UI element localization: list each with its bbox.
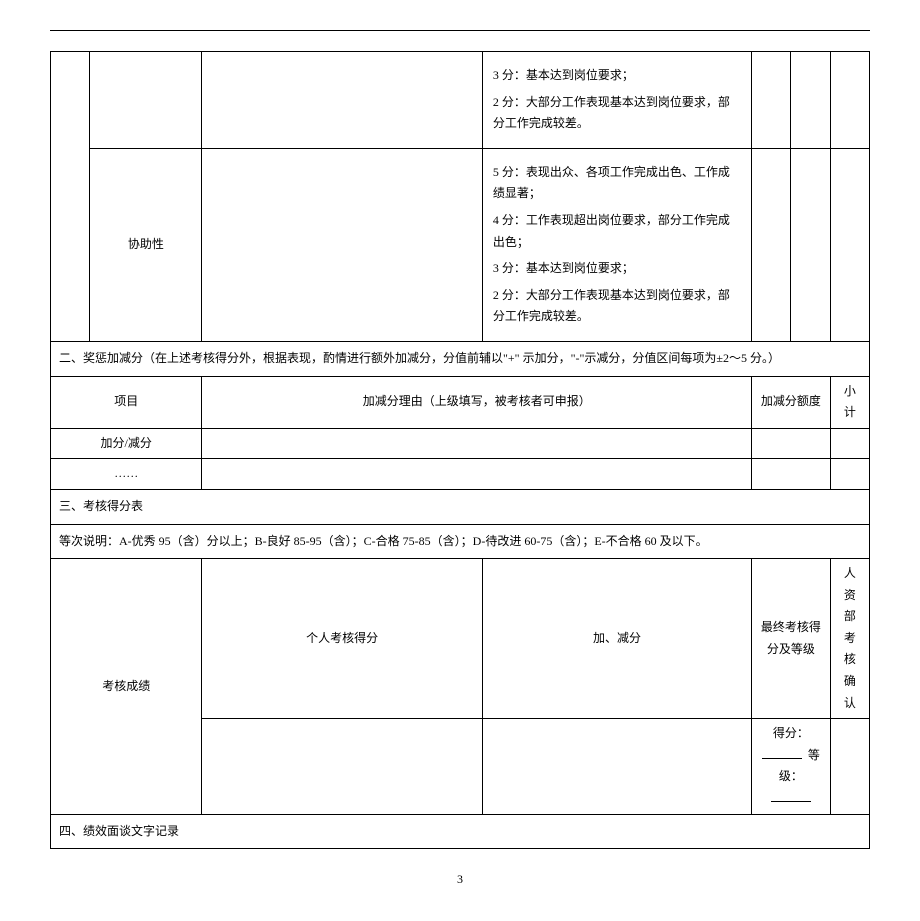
col-empty-4b — [830, 148, 869, 341]
page-number: 3 — [50, 869, 870, 891]
section2-title-row: 二、奖惩加减分（在上述考核得分外，根据表现，酌情进行额外加减分，分值前辅以"+"… — [51, 341, 870, 376]
section3-col-final: 最终考核得分及等级 — [752, 559, 831, 719]
section3-note: 等次说明：A-优秀 95（含）分以上；B-良好 85-95（含）；C-合格 75… — [51, 524, 870, 559]
criteria-2pt: 2 分：大部分工作表现基本达到岗位要求，部分工作完成较差。 — [493, 285, 741, 328]
section3-hr-value — [830, 719, 869, 814]
score-blank — [762, 747, 802, 759]
section2-row1-amount — [752, 428, 831, 459]
section3-col-personal: 个人考核得分 — [202, 559, 482, 719]
section4-title-row: 四、绩效面谈文字记录 — [51, 814, 870, 849]
col-empty-1 — [51, 52, 90, 342]
section2-col-amount: 加减分额度 — [752, 376, 831, 428]
section2-row-addsubtract: 加分/减分 — [51, 428, 870, 459]
section3-title: 三、考核得分表 — [51, 489, 870, 524]
criteria-4pt: 4 分：工作表现超出岗位要求，部分工作完成出色； — [493, 210, 741, 253]
criteria-desc-assist — [202, 148, 482, 341]
criteria-row-assist: 协助性 5 分：表现出众、各项工作完成出色、工作成绩显著； 4 分：工作表现超出… — [51, 148, 870, 341]
col-empty-3b — [791, 148, 830, 341]
section2-col-project: 项目 — [51, 376, 202, 428]
criteria-label-empty — [90, 52, 202, 149]
section2-header-row: 项目 加减分理由（上级填写，被考核者可申报） 加减分额度 小计 — [51, 376, 870, 428]
section2-row1-reason — [202, 428, 752, 459]
criteria-row-partial: 3 分：基本达到岗位要求； 2 分：大部分工作表现基本达到岗位要求，部分工作完成… — [51, 52, 870, 149]
section3-col-hr: 人资部考核确认 — [830, 559, 869, 719]
main-table: 3 分：基本达到岗位要求； 2 分：大部分工作表现基本达到岗位要求，部分工作完成… — [50, 51, 870, 849]
col-empty-3 — [791, 52, 830, 149]
section3-final-value: 得分： 等级： — [752, 719, 831, 814]
section2-col-subtotal: 小计 — [830, 376, 869, 428]
section3-col-addsub: 加、减分 — [482, 559, 751, 719]
col-empty-2b — [752, 148, 791, 341]
section2-col-reason: 加减分理由（上级填写，被考核者可申报） — [202, 376, 752, 428]
page-header-line — [50, 30, 870, 31]
section2-row2-amount — [752, 459, 831, 490]
section3-header-row: 考核成绩 个人考核得分 加、减分 最终考核得分及等级 人资部考核确认 — [51, 559, 870, 719]
section2-row2-subtotal — [830, 459, 869, 490]
section2-title: 二、奖惩加减分（在上述考核得分外，根据表现，酌情进行额外加减分，分值前辅以"+"… — [51, 341, 870, 376]
criteria-3pt: 3 分：基本达到岗位要求； — [493, 65, 741, 87]
section2-row2-reason — [202, 459, 752, 490]
section2-row-ellipsis: …… — [51, 459, 870, 490]
section3-note-row: 等次说明：A-优秀 95（含）分以上；B-良好 85-95（含）；C-合格 75… — [51, 524, 870, 559]
grade-blank — [771, 790, 811, 802]
criteria-5pt: 5 分：表现出众、各项工作完成出色、工作成绩显著； — [493, 162, 741, 205]
criteria-standards-partial: 3 分：基本达到岗位要求； 2 分：大部分工作表现基本达到岗位要求，部分工作完成… — [482, 52, 751, 149]
section3-personal-value — [202, 719, 482, 814]
section2-row1-subtotal — [830, 428, 869, 459]
criteria-3pt: 3 分：基本达到岗位要求； — [493, 258, 741, 280]
criteria-desc-empty — [202, 52, 482, 149]
col-empty-2 — [752, 52, 791, 149]
section4-title: 四、绩效面谈文字记录 — [51, 814, 870, 849]
criteria-standards-assist: 5 分：表现出众、各项工作完成出色、工作成绩显著； 4 分：工作表现超出岗位要求… — [482, 148, 751, 341]
section3-title-row: 三、考核得分表 — [51, 489, 870, 524]
section2-row2-label: …… — [51, 459, 202, 490]
section2-row1-label: 加分/减分 — [51, 428, 202, 459]
criteria-2pt: 2 分：大部分工作表现基本达到岗位要求，部分工作完成较差。 — [493, 92, 741, 135]
section3-addsub-value — [482, 719, 751, 814]
criteria-label-assist: 协助性 — [90, 148, 202, 341]
col-empty-4 — [830, 52, 869, 149]
section3-col-result: 考核成绩 — [51, 559, 202, 815]
score-label: 得分： — [773, 726, 809, 740]
